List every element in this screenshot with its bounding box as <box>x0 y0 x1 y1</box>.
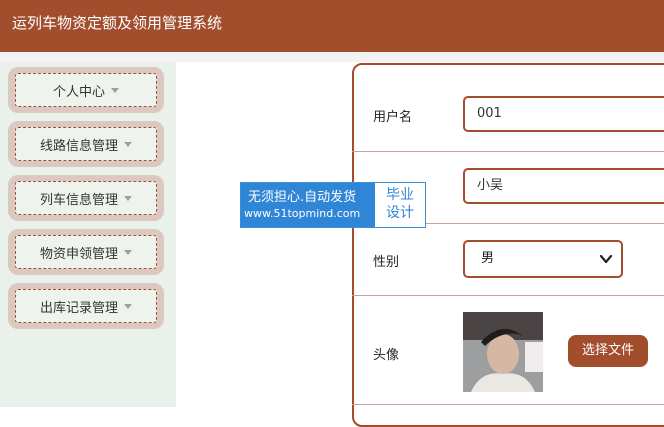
sidebar-item-label: 列车信息管理 <box>39 192 118 208</box>
sidebar-item-label: 个人中心 <box>52 84 105 100</box>
sidebar-item-route-management[interactable]: 线路信息管理 <box>8 121 164 167</box>
sidebar-item-inner[interactable]: 列车信息管理 <box>15 181 157 215</box>
caret-down-icon <box>111 87 119 93</box>
caret-down-icon <box>124 195 132 201</box>
sidebar-item-label: 物资申领管理 <box>39 246 118 262</box>
gender-label: 性别 <box>373 255 400 270</box>
watermark-badge: 无须担心.自动发货 www.51topmind.com 毕业 设计 <box>240 182 426 228</box>
watermark-line2: www.51topmind.com <box>244 207 361 220</box>
app-header: 运列车物资定额及领用管理系统 <box>0 0 664 52</box>
name-field[interactable]: 小吴 <box>463 168 664 204</box>
username-label: 用户名 <box>373 110 413 125</box>
sidebar-item-outbound-records[interactable]: 出库记录管理 <box>8 283 164 329</box>
sidebar-item-supply-claim-management[interactable]: 物资申领管理 <box>8 229 164 275</box>
sidebar-item-inner[interactable]: 出库记录管理 <box>15 289 157 323</box>
avatar-label: 头像 <box>373 348 400 363</box>
avatar-photo <box>463 312 543 392</box>
sidebar-item-label: 线路信息管理 <box>39 138 118 154</box>
sidebar-item-personal-center[interactable]: 个人中心 <box>8 67 164 113</box>
form-row-username: 用户名 001 <box>352 79 664 152</box>
sidebar: 个人中心 线路信息管理 列车信息管理 物资申领管理 出库记录管理 <box>0 62 176 407</box>
caret-down-icon <box>124 141 132 147</box>
caret-down-icon <box>124 303 132 309</box>
chevron-down-icon <box>599 254 613 264</box>
header-divider <box>0 52 664 62</box>
sidebar-item-inner[interactable]: 物资申领管理 <box>15 235 157 269</box>
sidebar-item-inner[interactable]: 个人中心 <box>15 73 157 107</box>
caret-down-icon <box>124 249 132 255</box>
sidebar-item-train-management[interactable]: 列车信息管理 <box>8 175 164 221</box>
sidebar-item-inner[interactable]: 线路信息管理 <box>15 127 157 161</box>
watermark-left: 无须担心.自动发货 www.51topmind.com <box>241 183 375 227</box>
gender-select-value: 男 <box>481 251 495 266</box>
watermark-right: 毕业 设计 <box>375 183 425 227</box>
form-row-gender: 性别 男 <box>352 223 664 296</box>
avatar-image <box>463 312 543 392</box>
choose-file-button[interactable]: 选择文件 <box>568 335 648 367</box>
watermark-badge-line2: 设计 <box>386 205 414 221</box>
username-field[interactable]: 001 <box>463 96 664 132</box>
app-title: 运列车物资定额及领用管理系统 <box>12 14 223 32</box>
gender-select[interactable]: 男 <box>463 240 623 278</box>
watermark-badge-line1: 毕业 <box>386 187 414 203</box>
watermark-line1: 无须担心.自动发货 <box>248 190 357 205</box>
sidebar-item-label: 出库记录管理 <box>39 300 118 316</box>
